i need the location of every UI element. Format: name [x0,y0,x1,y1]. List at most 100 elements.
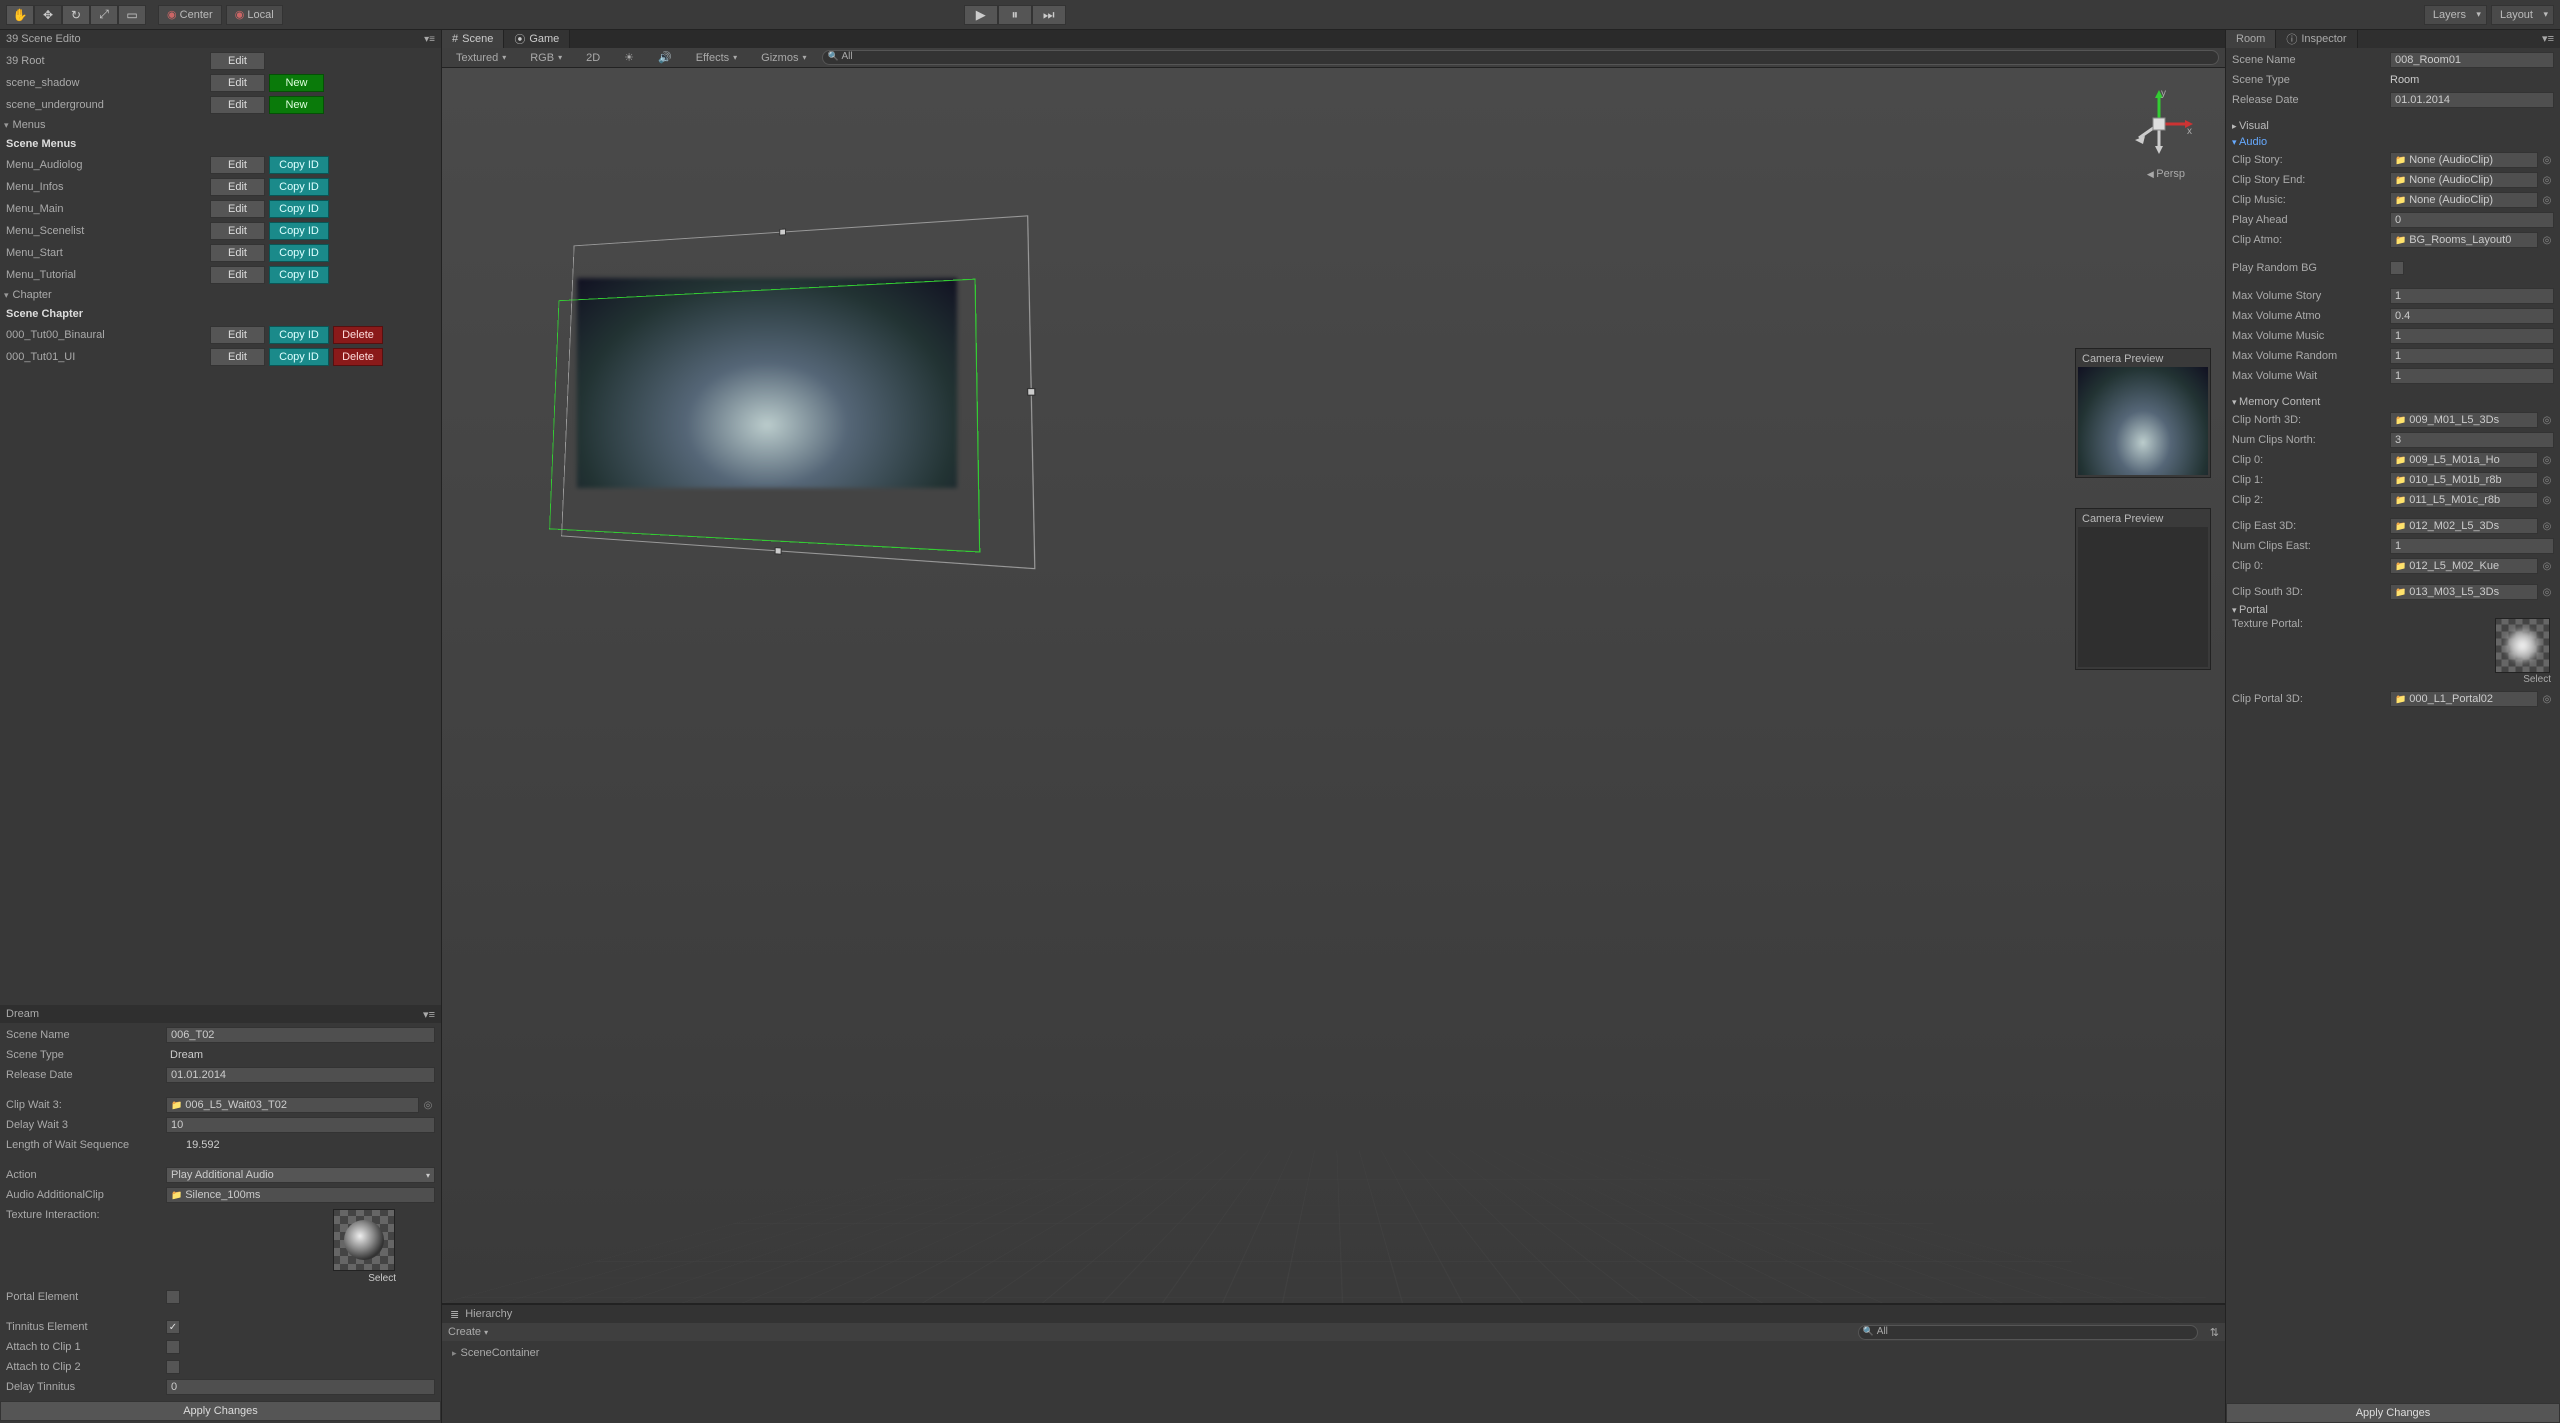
hierarchy-tab[interactable]: ≣Hierarchy [442,1305,2225,1323]
edit-button[interactable]: Edit [210,178,265,196]
lighting-toggle-icon[interactable]: ☀ [616,51,642,64]
texture-thumbnail[interactable]: Select [333,1209,395,1271]
new-button[interactable]: New [269,96,324,114]
layout-dropdown[interactable]: Layout [2491,5,2554,25]
edit-button[interactable]: Edit [210,222,265,240]
select-button[interactable]: Select [2523,674,2551,685]
2d-toggle[interactable]: 2D [578,52,608,64]
hierarchy-options-icon[interactable]: ⇅ [2210,1326,2219,1339]
rotate-tool-icon[interactable]: ↻ [62,5,90,25]
object-picker-icon[interactable]: ◎ [2540,492,2554,508]
render-mode-dropdown[interactable]: RGB ▾ [522,52,570,64]
scene-name-field[interactable]: 008_Room01 [2390,52,2554,68]
edit-button[interactable]: Edit [210,200,265,218]
scale-tool-icon[interactable]: ⤢ [90,5,118,25]
new-button[interactable]: New [269,74,324,92]
select-button[interactable]: Select [368,1273,396,1284]
clip-south-3d-field[interactable]: 013_M03_L5_3Ds [2390,584,2538,600]
object-picker-icon[interactable]: ◎ [2540,518,2554,534]
play-random-bg-checkbox[interactable] [2390,261,2404,275]
delay-tinnitus-field[interactable]: 0 [166,1379,435,1395]
apply-changes-button[interactable]: Apply Changes [0,1401,441,1421]
edit-button[interactable]: Edit [210,348,265,366]
tab-game[interactable]: ⦿Game [504,30,570,48]
edit-button[interactable]: Edit [210,266,265,284]
action-dropdown[interactable]: Play Additional Audio [166,1167,435,1183]
object-picker-icon[interactable]: ◎ [2540,584,2554,600]
east-clip0-field[interactable]: 012_L5_M02_Kue [2390,558,2538,574]
copy-id-button[interactable]: Copy ID [269,222,329,240]
release-date-field[interactable]: 01.01.2014 [166,1067,435,1083]
clip-north-3d-field[interactable]: 009_M01_L5_3Ds [2390,412,2538,428]
copy-id-button[interactable]: Copy ID [269,244,329,262]
clip2-field[interactable]: 011_L5_M01c_r8b [2390,492,2538,508]
delete-button[interactable]: Delete [333,348,383,366]
object-picker-icon[interactable]: ◎ [2540,192,2554,208]
effects-dropdown[interactable]: Effects ▾ [688,52,745,64]
scene-name-field[interactable]: 006_T02 [166,1027,435,1043]
clip-east-3d-field[interactable]: 012_M02_L5_3Ds [2390,518,2538,534]
gizmos-dropdown[interactable]: Gizmos ▾ [753,52,814,64]
scene-search-input[interactable]: All [822,50,2219,65]
max-vol-story-field[interactable]: 1 [2390,288,2554,304]
portal-foldout[interactable]: Portal [2226,602,2560,618]
object-picker-icon[interactable]: ◎ [2540,472,2554,488]
object-picker-icon[interactable]: ◎ [2540,152,2554,168]
projection-label[interactable]: Persp [2147,168,2185,180]
audio-toggle-icon[interactable]: 🔊 [650,51,680,64]
object-picker-icon[interactable]: ◎ [2540,558,2554,574]
object-picker-icon[interactable]: ◎ [2540,172,2554,188]
pivot-center-button[interactable]: ◉ Center [158,5,222,25]
clip-story-end-field[interactable]: None (AudioClip) [2390,172,2538,188]
clip1-field[interactable]: 010_L5_M01b_r8b [2390,472,2538,488]
texture-portal-thumbnail[interactable]: Select [2495,618,2550,673]
max-vol-atmo-field[interactable]: 0.4 [2390,308,2554,324]
panel-menu-icon[interactable]: ▾≡ [423,1008,435,1021]
object-picker-icon[interactable]: ◎ [2540,691,2554,707]
delay-wait3-field[interactable]: 10 [166,1117,435,1133]
coord-local-button[interactable]: ◉ Local [226,5,283,25]
max-vol-wait-field[interactable]: 1 [2390,368,2554,384]
object-picker-icon[interactable]: ◎ [421,1097,435,1113]
clip-atmo-field[interactable]: BG_Rooms_Layout0 [2390,232,2538,248]
delete-button[interactable]: Delete [333,326,383,344]
tab-room[interactable]: Room [2226,30,2276,48]
portal-element-checkbox[interactable] [166,1290,180,1304]
max-vol-music-field[interactable]: 1 [2390,328,2554,344]
hierarchy-item-scenecontainer[interactable]: SceneContainer [450,1345,2217,1361]
num-clips-east-field[interactable]: 1 [2390,538,2554,554]
release-date-field[interactable]: 01.01.2014 [2390,92,2554,108]
edit-button[interactable]: Edit [210,74,265,92]
copy-id-button[interactable]: Copy ID [269,200,329,218]
play-ahead-field[interactable]: 0 [2390,212,2554,228]
edit-button[interactable]: Edit [210,244,265,262]
hierarchy-search-input[interactable]: All [1858,1325,2198,1340]
clip-story-field[interactable]: None (AudioClip) [2390,152,2538,168]
scene-editor-tab[interactable]: 39 Scene Edito ▾≡ [0,30,441,48]
apply-changes-button[interactable]: Apply Changes [2226,1403,2560,1423]
edit-button[interactable]: Edit [210,52,265,70]
clip-music-field[interactable]: None (AudioClip) [2390,192,2538,208]
layers-dropdown[interactable]: Layers [2424,5,2487,25]
copy-id-button[interactable]: Copy ID [269,266,329,284]
play-button[interactable]: ▶ [964,5,998,25]
tab-inspector[interactable]: ⓘInspector [2276,30,2357,48]
copy-id-button[interactable]: Copy ID [269,178,329,196]
menus-foldout[interactable]: Menus [0,116,441,134]
copy-id-button[interactable]: Copy ID [269,348,329,366]
attach-clip1-checkbox[interactable] [166,1340,180,1354]
edit-button[interactable]: Edit [210,156,265,174]
orientation-gizmo[interactable]: y x [2123,88,2195,160]
tab-scene[interactable]: #Scene [442,30,504,48]
step-button[interactable]: ⏭ [1032,5,1066,25]
clip-wait3-field[interactable]: 006_L5_Wait03_T02 [166,1097,419,1113]
create-dropdown[interactable]: Create ▾ [448,1326,488,1338]
visual-foldout[interactable]: Visual [2226,118,2560,134]
pause-button[interactable]: ⏸ [998,5,1032,25]
shading-dropdown[interactable]: Textured ▾ [448,52,514,64]
panel-menu-icon[interactable]: ▾≡ [424,34,435,45]
panel-menu-icon[interactable]: ▾≡ [2536,30,2560,48]
object-picker-icon[interactable]: ◎ [2540,452,2554,468]
audio-addclip-field[interactable]: Silence_100ms [166,1187,435,1203]
attach-clip2-checkbox[interactable] [166,1360,180,1374]
